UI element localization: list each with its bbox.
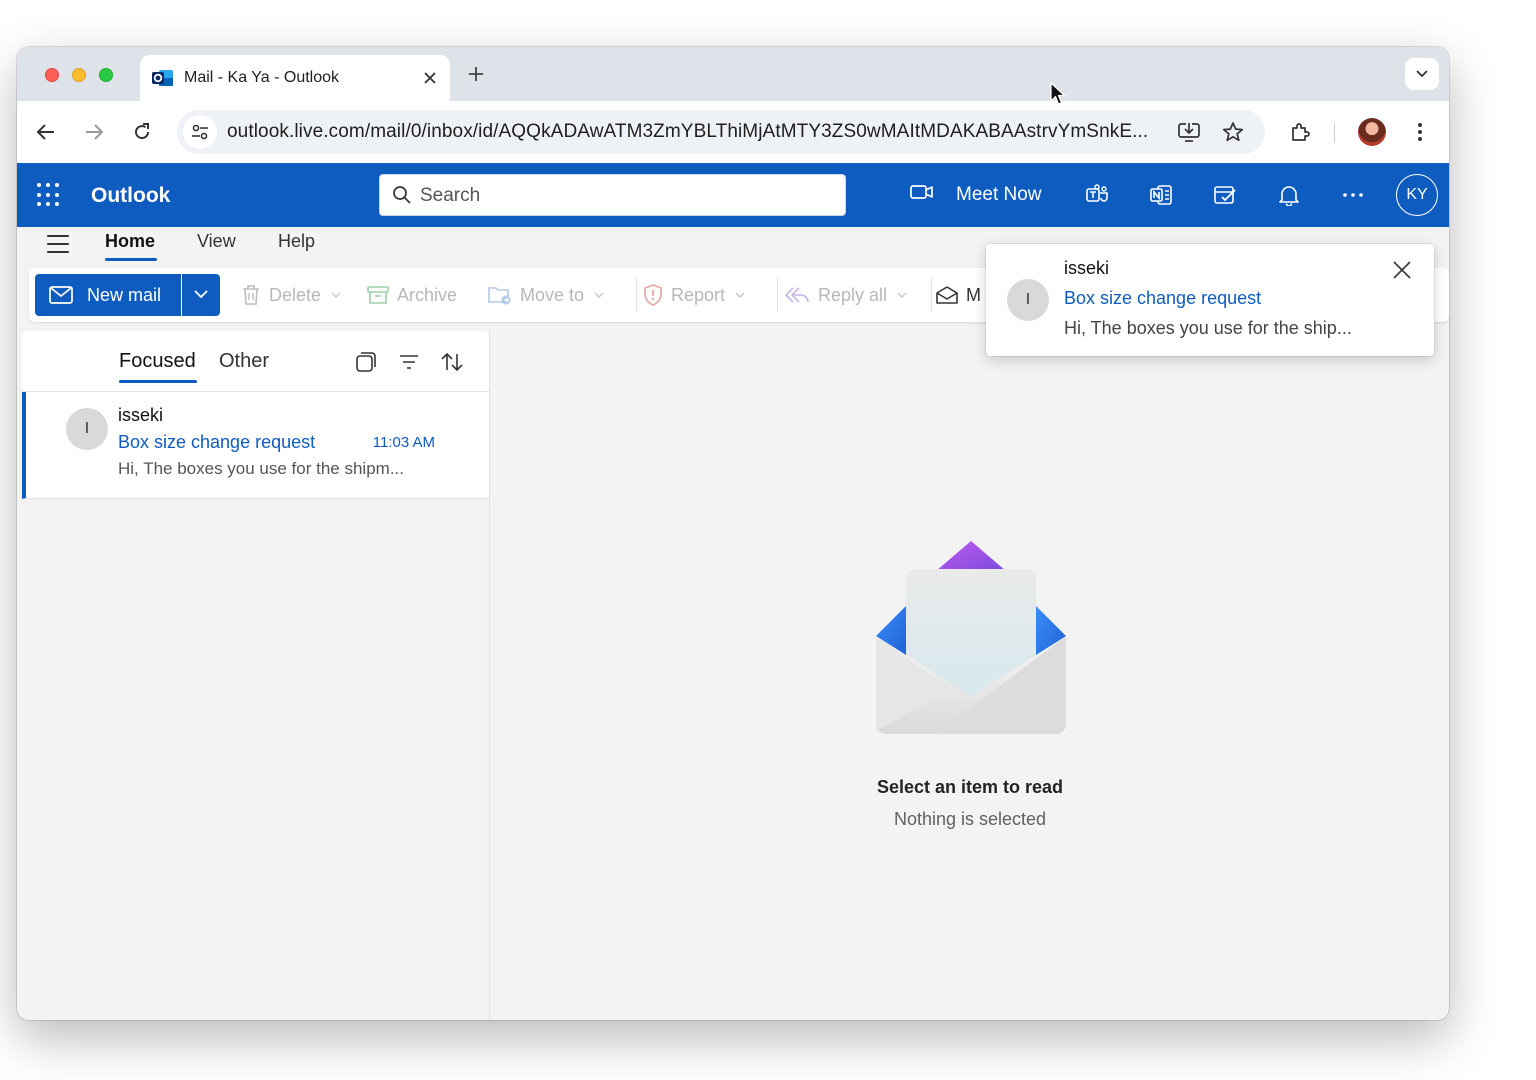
reading-pane: Select an item to read Nothing is select… — [491, 331, 1449, 1020]
outlook-header: Outlook Meet Now KY — [17, 163, 1449, 227]
trash-icon — [241, 284, 261, 306]
maximize-window-button[interactable] — [99, 68, 113, 82]
chevron-down-icon — [194, 286, 208, 304]
report-button[interactable]: Report — [643, 282, 745, 308]
message-preview: Hi, The boxes you use for the shipm... — [118, 459, 404, 478]
arrow-left-icon[interactable] — [32, 118, 60, 146]
reply-all-label: Reply all — [818, 284, 888, 305]
close-window-button[interactable] — [45, 68, 59, 82]
more-options-icon[interactable] — [1339, 181, 1367, 209]
tab-view[interactable]: View — [197, 231, 236, 252]
delete-label: Delete — [269, 284, 322, 305]
minimize-window-button[interactable] — [72, 68, 86, 82]
outlook-brand[interactable]: Outlook — [91, 184, 170, 208]
new-mail-notification[interactable]: I isseki Box size change request Hi, The… — [986, 244, 1434, 356]
tab-home[interactable]: Home — [105, 231, 155, 252]
archive-label: Archive — [397, 284, 458, 305]
arrow-right-icon[interactable] — [80, 118, 108, 146]
address-bar[interactable]: outlook.live.com/mail/0/inbox/id/AQQkADA… — [177, 110, 1265, 154]
to-do-icon[interactable] — [1211, 181, 1239, 209]
mark-label: M — [966, 284, 981, 305]
onenote-icon[interactable] — [1147, 181, 1175, 209]
hamburger-menu-icon[interactable] — [47, 235, 69, 253]
browser-window: Mail - Ka Ya - Outlook outlook.live.com/… — [17, 47, 1449, 1020]
ribbon-divider — [777, 278, 778, 312]
pivot-other[interactable]: Other — [219, 350, 269, 373]
tab-title: Mail - Ka Ya - Outlook — [184, 69, 340, 86]
new-mail-label: New mail — [87, 284, 162, 305]
move-to-button[interactable]: Move to — [488, 282, 604, 308]
active-tab-indicator — [105, 258, 157, 261]
shield-report-icon — [643, 284, 663, 306]
select-mode-icon[interactable] — [353, 349, 379, 375]
pivot-focused[interactable]: Focused — [119, 350, 196, 373]
filter-icon[interactable] — [396, 349, 422, 375]
chevron-down-icon — [594, 292, 604, 298]
browser-toolbar: outlook.live.com/mail/0/inbox/id/AQQkADA… — [17, 101, 1449, 163]
sender-avatar: I — [1007, 279, 1049, 321]
sender-avatar: I — [66, 408, 108, 450]
install-app-icon[interactable] — [1177, 120, 1201, 144]
sender-name: isseki — [118, 405, 164, 425]
open-envelope-icon — [936, 285, 958, 305]
list-item[interactable]: I isseki Box size change request 11:03 A… — [22, 392, 489, 499]
kebab-menu-icon[interactable] — [1406, 118, 1434, 146]
reply-all-icon — [784, 285, 810, 305]
notification-subject: Box size change request — [1064, 288, 1262, 308]
reply-all-button[interactable]: Reply all — [784, 282, 907, 308]
new-mail-dropdown[interactable] — [182, 274, 220, 316]
mouse-cursor-icon — [1050, 82, 1066, 106]
meet-now-label: Meet Now — [956, 184, 1042, 205]
report-label: Report — [671, 284, 726, 305]
message-subject: Box size change request — [118, 432, 316, 452]
tune-icon[interactable] — [183, 115, 217, 149]
search-box[interactable] — [379, 174, 846, 216]
outlook-logo-icon — [152, 68, 174, 88]
new-mail-button[interactable]: New mail — [35, 274, 181, 316]
teams-icon[interactable] — [1083, 181, 1111, 209]
app-launcher-icon[interactable] — [37, 183, 61, 207]
envelope-icon — [49, 286, 73, 304]
chevron-down-icon — [735, 292, 745, 298]
plus-icon[interactable] — [463, 61, 489, 87]
puzzle-icon[interactable] — [1286, 118, 1314, 146]
profile-avatar[interactable] — [1358, 118, 1386, 146]
sort-icon[interactable] — [439, 349, 465, 375]
folder-move-icon — [488, 285, 512, 305]
empty-state-subtitle: Nothing is selected — [893, 809, 1047, 829]
meet-now-button[interactable]: Meet Now — [910, 179, 1042, 211]
account-avatar[interactable]: KY — [1396, 174, 1438, 216]
mark-as-read-button[interactable]: M — [936, 282, 981, 308]
move-to-label: Move to — [520, 284, 585, 305]
search-input[interactable] — [420, 182, 830, 210]
chevron-down-icon[interactable] — [1405, 58, 1439, 90]
chevron-down-icon — [897, 292, 907, 298]
close-icon[interactable] — [416, 64, 444, 92]
video-camera-icon — [910, 184, 934, 206]
chevron-down-icon — [331, 292, 341, 298]
delete-button[interactable]: Delete — [241, 282, 341, 308]
message-list-header: Focused Other — [22, 331, 489, 392]
archive-icon — [367, 285, 389, 305]
search-icon — [392, 185, 412, 210]
bell-icon[interactable] — [1275, 181, 1303, 209]
tab-help[interactable]: Help — [278, 231, 315, 252]
ribbon-divider — [636, 278, 637, 312]
close-icon[interactable] — [1390, 258, 1414, 282]
active-pivot-indicator — [119, 380, 197, 383]
ribbon-divider — [931, 278, 932, 312]
notification-preview: Hi, The boxes you use for the ship... — [1064, 318, 1352, 338]
open-envelope-illustration — [876, 541, 1066, 736]
reload-icon[interactable] — [128, 118, 156, 146]
archive-button[interactable]: Archive — [367, 282, 457, 308]
message-time: 11:03 AM — [372, 434, 435, 451]
toolbar-divider — [1334, 123, 1335, 143]
browser-tab-outlook[interactable]: Mail - Ka Ya - Outlook — [140, 55, 450, 101]
tab-strip: Mail - Ka Ya - Outlook — [17, 47, 1449, 101]
url-text: outlook.live.com/mail/0/inbox/id/AQQkADA… — [227, 121, 1149, 142]
star-icon[interactable] — [1221, 120, 1245, 144]
message-list: Focused Other I isseki Box size change r… — [22, 331, 490, 1020]
empty-state-title: Select an item to read — [876, 777, 1064, 797]
notification-sender: isseki — [1064, 258, 1110, 278]
